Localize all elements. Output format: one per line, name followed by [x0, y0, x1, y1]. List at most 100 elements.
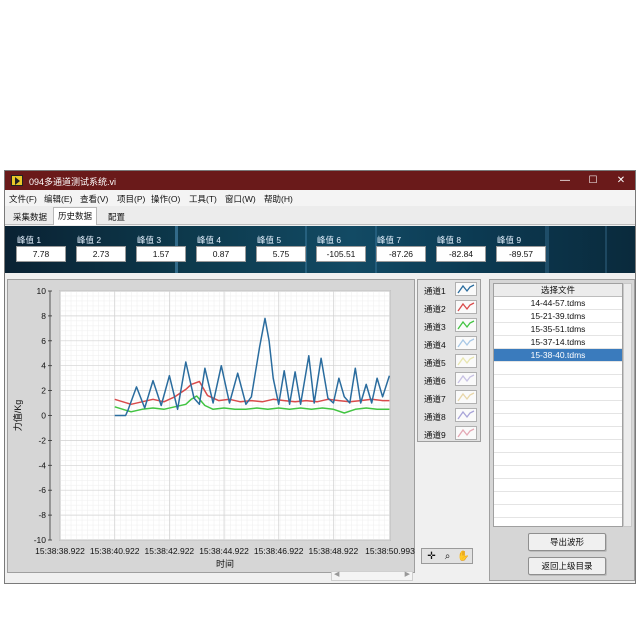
peak-label-1: 峰值 1 — [17, 235, 42, 245]
graph-tool-palette: ✛ ⌕ ✋ — [421, 548, 473, 564]
file-empty-row — [494, 505, 622, 518]
legend-row-ch7[interactable]: 通道7 — [422, 389, 480, 406]
legend-row-ch2[interactable]: 通道2 — [422, 299, 480, 316]
y-tick-label: 8 — [41, 311, 46, 321]
legend-label: 通道9 — [424, 430, 446, 440]
tab-history[interactable]: 历史数据 — [53, 207, 98, 225]
peak-value-3: 1.57 — [136, 246, 186, 262]
menu-tools[interactable]: 工具(T) — [189, 193, 217, 205]
legend-label: 通道1 — [424, 286, 446, 296]
tab-config[interactable]: 配置 — [104, 209, 129, 225]
peak-value-7: -87.26 — [376, 246, 426, 262]
y-tick-label: 6 — [41, 336, 46, 346]
x-tick-label: 15:38:46.922 — [254, 546, 304, 556]
back-to-parent-dir-button[interactable]: 返回上级目录 — [528, 557, 606, 575]
legend-swatch-icon — [455, 282, 477, 296]
legend-row-ch3[interactable]: 通道3 — [422, 317, 480, 334]
legend-swatch-icon — [455, 372, 477, 386]
file-empty-row — [494, 479, 622, 492]
file-panel: 选择文件 14-44-57.tdms 15-21-39.tdms 15-35-5… — [489, 279, 635, 581]
peak-label-7: 峰值 7 — [377, 235, 402, 245]
y-tick-label: 10 — [37, 286, 47, 296]
legend-label: 通道6 — [424, 376, 446, 386]
file-empty-row — [494, 466, 622, 479]
file-empty-row — [494, 453, 622, 466]
file-item[interactable]: 15-35-51.tdms — [494, 323, 622, 336]
menu-view[interactable]: 查看(V) — [80, 193, 108, 205]
waveform-chart-panel: 10 8 6 4 2 0 -2 -4 -6 -8 -10 15:38:38.922 15:38:40.9… — [7, 279, 415, 573]
legend-swatch-icon — [455, 318, 477, 332]
peak-value-6: -105.51 — [316, 246, 366, 262]
title-bar[interactable]: 094多通道测试系统.vi — ☐ ✕ — [5, 171, 635, 190]
file-item[interactable]: 15-37-14.tdms — [494, 336, 622, 349]
peak-label-2: 峰值 2 — [77, 235, 102, 245]
y-tick-label: -8 — [38, 510, 46, 520]
legend-label: 通道2 — [424, 304, 446, 314]
menu-file[interactable]: 文件(F) — [9, 193, 37, 205]
y-tick-label: 2 — [41, 386, 46, 396]
scroll-right-icon[interactable]: ▶ — [405, 570, 410, 578]
menu-project[interactable]: 项目(P) — [117, 193, 145, 205]
x-tick-label: 15:38:48.922 — [309, 546, 359, 556]
y-tick-label: -6 — [38, 485, 46, 495]
export-waveform-button[interactable]: 导出波形 — [528, 533, 606, 551]
x-tick-label: 15:38:44.922 — [199, 546, 249, 556]
file-listbox[interactable]: 选择文件 14-44-57.tdms 15-21-39.tdms 15-35-5… — [493, 283, 623, 527]
file-empty-row — [494, 414, 622, 427]
minimize-button[interactable]: — — [551, 171, 579, 190]
peak-value-9: -89.57 — [496, 246, 546, 262]
horizontal-scrollbar[interactable]: ◀ ▶ — [331, 571, 413, 581]
menu-window[interactable]: 窗口(W) — [225, 193, 256, 205]
legend-swatch-icon — [455, 426, 477, 440]
legend-label: 通道8 — [424, 412, 446, 422]
file-list-header: 选择文件 — [494, 284, 622, 297]
waveform-chart[interactable]: 10 8 6 4 2 0 -2 -4 -6 -8 -1015:38:38.922 15:38:40.9… — [8, 280, 416, 574]
legend-row-ch5[interactable]: 通道5 — [422, 353, 480, 370]
legend-row-ch4[interactable]: 通道4 — [422, 335, 480, 352]
file-item[interactable]: 15-21-39.tdms — [494, 310, 622, 323]
file-empty-row — [494, 401, 622, 414]
y-tick-label: 0 — [41, 411, 46, 421]
menu-help[interactable]: 帮助(H) — [264, 193, 293, 205]
zoom-tool-icon[interactable]: ⌕ — [440, 550, 455, 563]
maximize-button[interactable]: ☐ — [579, 171, 607, 190]
peak-value-5: 5.75 — [256, 246, 306, 262]
legend-swatch-icon — [455, 390, 477, 404]
legend-row-ch1[interactable]: 通道1 — [422, 281, 480, 298]
file-item[interactable]: 15-38-40.tdms — [494, 349, 622, 362]
close-button[interactable]: ✕ — [607, 171, 635, 190]
peak-label-8: 峰值 8 — [437, 235, 462, 245]
legend-swatch-icon — [455, 354, 477, 368]
legend-label: 通道7 — [424, 394, 446, 404]
peak-label-3: 峰值 3 — [137, 235, 162, 245]
banner-decoration — [605, 226, 607, 273]
y-tick-label: 4 — [41, 361, 46, 371]
file-empty-row — [494, 362, 622, 375]
x-tick-label: 15:38:50.993 — [365, 546, 415, 556]
peak-value-2: 2.73 — [76, 246, 126, 262]
file-empty-row — [494, 388, 622, 401]
legend-row-ch9[interactable]: 通道9 — [422, 425, 480, 442]
x-tick-label: 15:38:38.922 — [35, 546, 85, 556]
y-tick-label: -10 — [34, 535, 47, 545]
file-list-scrollbar[interactable] — [623, 283, 632, 527]
scroll-left-icon[interactable]: ◀ — [334, 570, 339, 578]
menu-operate[interactable]: 操作(O) — [151, 193, 180, 205]
file-empty-row — [494, 492, 622, 505]
y-tick-label: -2 — [38, 435, 46, 445]
file-item[interactable]: 14-44-57.tdms — [494, 297, 622, 310]
file-empty-row — [494, 440, 622, 453]
peak-label-4: 峰值 4 — [197, 235, 222, 245]
legend-row-ch8[interactable]: 通道8 — [422, 407, 480, 424]
tab-bar: 采集数据 历史数据 配置 — [5, 206, 635, 225]
x-tick-label: 15:38:40.922 — [90, 546, 140, 556]
peak-label-6: 峰值 6 — [317, 235, 342, 245]
cursor-move-tool-icon[interactable]: ✛ — [424, 550, 439, 563]
legend-label: 通道3 — [424, 322, 446, 332]
pan-hand-tool-icon[interactable]: ✋ — [456, 550, 471, 563]
file-empty-row — [494, 427, 622, 440]
menu-edit[interactable]: 编辑(E) — [44, 193, 72, 205]
peak-value-4: 0.87 — [196, 246, 246, 262]
legend-row-ch6[interactable]: 通道6 — [422, 371, 480, 388]
tab-acquire[interactable]: 采集数据 — [9, 209, 51, 225]
